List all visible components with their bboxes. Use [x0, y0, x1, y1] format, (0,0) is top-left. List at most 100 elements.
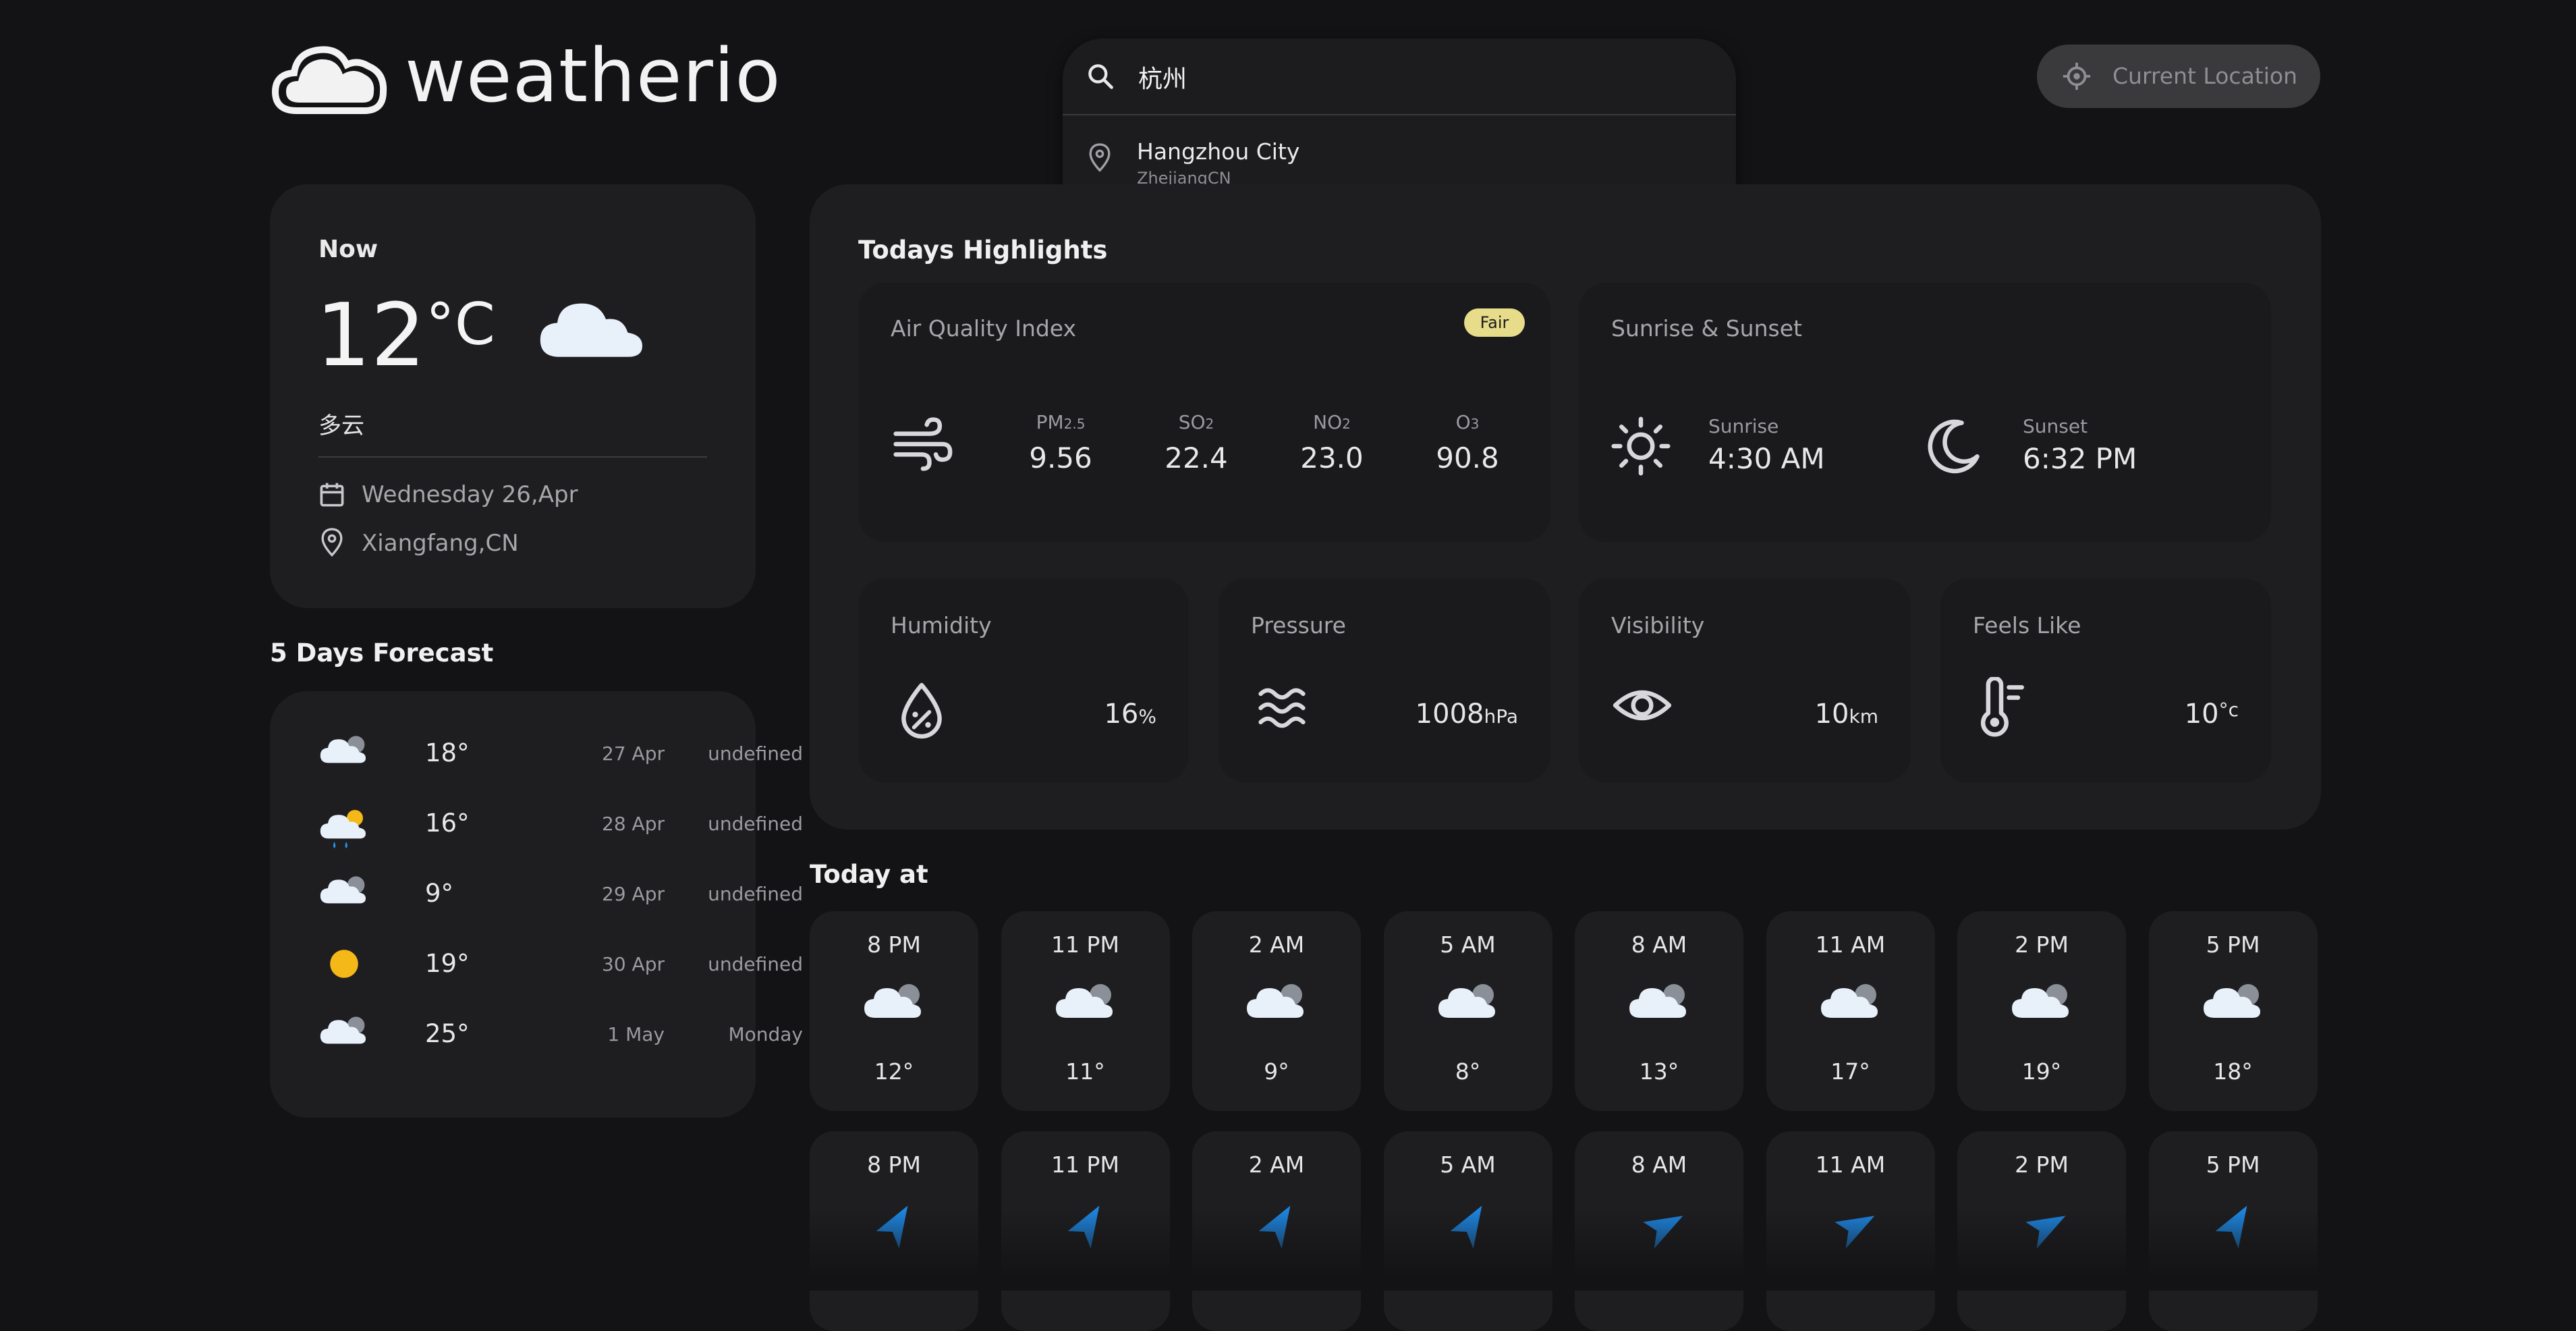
hour-time: 11 AM	[1815, 931, 1886, 958]
hourly-temperature-card: 8 AM 13°	[1575, 911, 1743, 1111]
forecast-day: Monday	[728, 1023, 803, 1045]
cloud-icon	[1820, 984, 1878, 1018]
cloud-weather-icon	[540, 303, 642, 357]
forecast-date: 28 Apr	[602, 813, 665, 835]
humidity-card: Humidity 16%	[858, 578, 1189, 782]
hourly-temperature-card: 5 PM 18°	[2148, 911, 2318, 1111]
cloud-logo-icon	[271, 46, 387, 114]
hour-temp: 8°	[1455, 1058, 1481, 1085]
cloud-icon	[2203, 984, 2260, 1018]
hour-temp: 19°	[2021, 1058, 2062, 1085]
cloud-icon	[320, 876, 366, 904]
aqi-value: 23.0	[1300, 441, 1364, 474]
visibility-value: 10km	[1814, 699, 1878, 730]
hour-temp: 17°	[1830, 1058, 1870, 1085]
highlights-title: Todays Highlights	[858, 236, 1108, 265]
sun-icon	[1611, 416, 1671, 476]
forecast-card: 18° 27 Apr undefined 16° 28 Apr undefined 9° 29…	[270, 691, 803, 1118]
hourly-temperature-row: 8 PM 12° 11 PM 11° 2 AM 9° 5 AM 8° 8 AM 13° 11 AM 1…	[810, 911, 2321, 1111]
hour-time: 11 PM	[1051, 931, 1119, 958]
aqi-value: 90.8	[1436, 441, 1499, 474]
calendar-icon	[320, 483, 344, 507]
hourly-temperature-card: 2 PM 19°	[1957, 911, 2126, 1111]
hourly-temperature-card: 11 AM 17°	[1766, 911, 1935, 1111]
hour-temp: 12°	[874, 1058, 914, 1085]
forecast-item: 18° 27 Apr undefined	[317, 726, 803, 780]
forecast-item: 25° 1 May Monday	[317, 1007, 803, 1061]
sunrise-sunset-title: Sunrise & Sunset	[1611, 315, 1802, 342]
sunset-label: Sunset	[2023, 415, 2088, 437]
aqi-label: PM2.5	[1036, 411, 1086, 433]
hour-time: 8 PM	[867, 1151, 921, 1178]
thermometer-icon	[1980, 677, 2024, 737]
pressure-value: 1008hPa	[1415, 699, 1518, 730]
search-result-name-text: Hangzhou City	[1137, 138, 1300, 165]
air-quality-card: Air Quality Index Fair PM2.5 9.56 SO2 22.4 N…	[858, 283, 1550, 542]
cloud-icon	[1055, 984, 1113, 1018]
current-location-button[interactable]: Current Location	[2037, 45, 2320, 108]
forecast-date: 27 Apr	[602, 742, 665, 765]
hour-temp: 18°	[2213, 1058, 2253, 1085]
forecast-item: 19° 30 Apr undefined	[317, 937, 803, 991]
feels-like-card: Feels Like 10°c	[1940, 578, 2271, 782]
forecast-date: 1 May	[607, 1023, 665, 1045]
aqi-value: 9.56	[1029, 441, 1092, 474]
hour-time: 2 PM	[2015, 1151, 2069, 1178]
bottom-fade	[0, 1208, 2576, 1291]
cloud-icon	[2012, 984, 2069, 1018]
aqi-label: O3	[1455, 411, 1480, 433]
aqi-values: PM2.5 9.56 SO2 22.4 NO2 23.0 O3 90.8	[1007, 411, 1546, 492]
search-input[interactable]	[1137, 57, 1693, 97]
hour-time: 5 AM	[1440, 931, 1496, 958]
forecast-day: undefined	[708, 883, 803, 905]
aqi-item: PM2.5 9.56	[1007, 411, 1115, 492]
forecast-day: undefined	[708, 742, 803, 765]
cloud-icon	[1438, 984, 1495, 1018]
feels-like-value: 10°c	[2184, 699, 2239, 730]
forecast-temp: 9°	[425, 879, 454, 908]
forecast-date: 29 Apr	[602, 883, 665, 905]
rain-sun-icon	[320, 810, 366, 848]
aqi-item: SO2 22.4	[1142, 411, 1250, 492]
pressure-card: Pressure 1008hPa	[1219, 578, 1550, 782]
forecast-temp: 19°	[425, 949, 470, 978]
humidity-icon	[901, 682, 942, 739]
forecast-temp: 16°	[425, 809, 470, 838]
sunrise-sunset-card: Sunrise & Sunset Sunrise 4:30 AM Sunset …	[1579, 283, 2271, 542]
forecast-temp: 25°	[425, 1019, 470, 1048]
gps-icon	[2063, 62, 2091, 90]
now-card: Now 12°C 多云 Wednesday 26,Apr Xiangfang,C…	[270, 184, 756, 608]
humidity-value: 16%	[1104, 699, 1156, 730]
current-date: Wednesday 26,Apr	[362, 481, 578, 508]
hour-time: 8 PM	[867, 931, 921, 958]
hour-time: 5 PM	[2206, 931, 2260, 958]
hourly-temperature-card: 5 AM 8°	[1383, 911, 1552, 1111]
hour-time: 2 PM	[2015, 931, 2069, 958]
highlights-card: Todays Highlights Air Quality Index Fair…	[810, 184, 2321, 830]
hourly-temperature-card: 2 AM 9°	[1192, 911, 1361, 1111]
search-icon	[1088, 64, 1113, 89]
visibility-card: Visibility 10km	[1579, 578, 1911, 782]
location-pin-icon	[321, 528, 343, 557]
aqi-badge: Fair	[1464, 308, 1525, 337]
forecast-list: 18° 27 Apr undefined 16° 28 Apr undefined 9° 29…	[317, 726, 803, 1091]
air-quality-title: Air Quality Index	[891, 315, 1077, 342]
cloud-icon	[320, 1016, 366, 1044]
visibility-title: Visibility	[1611, 612, 1705, 639]
aqi-item: NO2 23.0	[1278, 411, 1386, 492]
current-location: Xiangfang,CN	[362, 530, 519, 557]
forecast-item: 9° 29 Apr undefined	[317, 867, 803, 921]
hour-time: 2 AM	[1248, 931, 1305, 958]
hour-temp: 13°	[1639, 1058, 1679, 1085]
app-name: weatherio	[405, 32, 781, 119]
sunrise-time: 4:30 AM	[1708, 442, 1825, 475]
forecast-day: undefined	[708, 953, 803, 975]
cloud-icon	[320, 736, 366, 763]
hour-temp: 9°	[1264, 1058, 1289, 1085]
hour-temp: 11°	[1065, 1058, 1105, 1085]
now-title: Now	[318, 236, 379, 263]
aqi-value: 22.4	[1165, 441, 1228, 474]
app-logo[interactable]: weatherio	[270, 32, 781, 121]
pressure-title: Pressure	[1251, 612, 1346, 639]
search-bar[interactable]	[1063, 38, 1736, 115]
